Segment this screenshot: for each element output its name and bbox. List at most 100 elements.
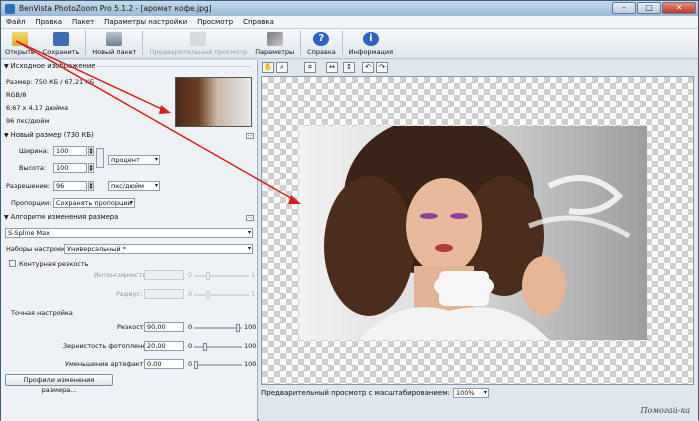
slider-thumb[interactable] [236,324,240,332]
resolution-unit-select[interactable]: пкс/дюйм [108,181,160,191]
info-button[interactable]: i Информация [345,28,397,58]
title-bar: BenVista PhotoZoom Pro 5.1.2 - [аромат к… [1,1,698,16]
window-title: BenVista PhotoZoom Pro 5.1.2 - [аромат к… [19,4,212,13]
artifact-reduction-max: 100 [244,360,257,368]
app-window: BenVista PhotoZoom Pro 5.1.2 - [аромат к… [0,0,699,421]
film-grain-label: Зернистость фотопленки: [63,342,153,350]
hand-tool-icon[interactable]: ✋ [262,62,274,73]
collapse-triangle-icon: ▼ [4,131,9,139]
crop-tool-icon[interactable]: ⌗ [304,62,316,73]
floppy-icon [53,32,69,46]
film-grain-max: 100 [244,342,257,350]
collapse-triangle-icon: ▼ [4,213,9,221]
proportion-lock-button[interactable] [96,148,104,168]
source-dimensions: 6,67 x 4,17 дюйма [6,104,69,112]
source-section-header[interactable]: ▼ Исходное изображение [4,62,95,70]
artifact-reduction-slider[interactable] [194,361,242,369]
help-icon: ? [313,32,330,46]
preview-area: ✋ ⌕ ⌗ ↔ ↕ ↶ ↷ Предварительный просмотр с… [259,60,698,421]
height-label: Высота: [19,164,47,172]
proportions-select[interactable]: Сохранять пропорции [53,198,135,208]
app-icon [5,3,15,14]
source-dpi: 96 пкс/дюйм [6,117,50,125]
info-icon: i [362,32,379,46]
watermark: Помогай-ка [640,406,690,415]
width-label: Ширина: [19,147,49,155]
radius-max: 1 [251,290,256,298]
algorithm-section-header[interactable]: ▼ Алгоритм изменения размера [4,213,118,221]
collapse-button[interactable]: … [246,133,254,139]
slider-thumb[interactable] [206,291,210,299]
sharpness-input[interactable]: 90,00 [144,322,184,332]
maximize-button[interactable]: □ [637,2,661,14]
menu-edit[interactable]: Правка [30,18,67,26]
menu-batch[interactable]: Пакет [67,18,99,26]
zoom-select[interactable]: 100% [452,388,489,398]
rotate-left-icon[interactable]: ↶ [362,62,374,73]
woman-with-coffee-illustration [324,126,631,340]
intensity-slider[interactable] [194,272,249,280]
film-grain-min: 0 [188,342,193,350]
batch-icon [106,32,123,46]
menu-help[interactable]: Справка [238,18,279,26]
width-input[interactable]: 100 [53,146,87,156]
preview-photo [299,126,647,340]
radius-min: 0 [188,290,193,298]
slider-thumb[interactable] [194,361,198,369]
slider-thumb[interactable] [203,343,207,351]
fit-width-icon[interactable]: ↔ [326,62,338,73]
resolution-stepper[interactable]: ▲ ▼ [88,181,94,191]
intensity-label: Интенсивность: [94,271,149,279]
intensity-min: 0 [188,271,193,279]
collapse-triangle-icon: ▼ [4,62,9,70]
source-thumbnail [175,77,252,127]
film-grain-input[interactable]: 20,00 [144,341,184,351]
contour-sharpness-label: Контурная резкость [19,260,89,268]
resize-profiles-button[interactable]: Профили изменения размера... [5,374,113,394]
printer-icon [190,32,207,46]
sharpness-slider[interactable] [194,324,242,332]
sharpness-min: 0 [188,323,193,331]
help-button[interactable]: ? Справка [303,28,340,58]
toolbar-separator [300,31,302,55]
collapse-button[interactable]: … [246,215,254,221]
intensity-max: 1 [251,271,256,279]
toolbar-separator [85,31,87,55]
contour-sharpness-checkbox[interactable] [9,260,16,267]
menu-settings[interactable]: Параметры настройки [99,18,192,26]
toolbar-separator [341,31,343,55]
preview-status-bar: Предварительный просмотр с масштабирован… [259,387,698,399]
algorithm-select[interactable]: S-Spline Max [5,228,253,238]
radius-slider[interactable] [194,291,249,299]
zoom-tool-icon[interactable]: ⌕ [276,62,288,73]
menu-file[interactable]: Файл [1,18,30,26]
new-batch-button[interactable]: Новый пакет [88,28,140,58]
close-button[interactable]: ✕ [662,2,696,14]
sharpness-max: 100 [244,323,257,331]
fit-height-icon[interactable]: ↕ [343,62,355,73]
artifact-reduction-input[interactable]: 0,00 [144,359,184,369]
height-stepper[interactable]: ▲ ▼ [88,163,94,173]
save-button[interactable]: Сохранить [39,28,84,58]
fine-tuning-header: Точная настройка [11,309,73,317]
preview-canvas[interactable] [261,76,694,385]
intensity-input[interactable] [144,270,184,280]
artifact-reduction-label: Уменьшение артефактов: [65,360,154,368]
toolbar-separator [142,31,144,55]
radius-input[interactable] [144,289,184,299]
slider-thumb[interactable] [206,272,210,280]
settings-button[interactable]: Параметры [251,28,298,58]
newsize-section-header[interactable]: ▼ Новый размер (730 КБ) [4,131,94,139]
open-button[interactable]: Открыть [1,28,39,58]
rotate-right-icon[interactable]: ↷ [376,62,388,73]
width-stepper[interactable]: ▲ ▼ [88,146,94,156]
size-unit-select[interactable]: процент [108,155,160,165]
film-grain-slider[interactable] [194,343,242,351]
artifact-reduction-min: 0 [188,360,193,368]
height-input[interactable]: 100 [53,163,87,173]
preset-select[interactable]: Универсальный * [64,244,253,254]
minimize-button[interactable]: – [612,2,636,14]
resolution-input[interactable]: 96 [53,181,87,191]
menu-view[interactable]: Просмотр [192,18,238,26]
preview-button[interactable]: Предварительный просмотр [145,28,251,58]
